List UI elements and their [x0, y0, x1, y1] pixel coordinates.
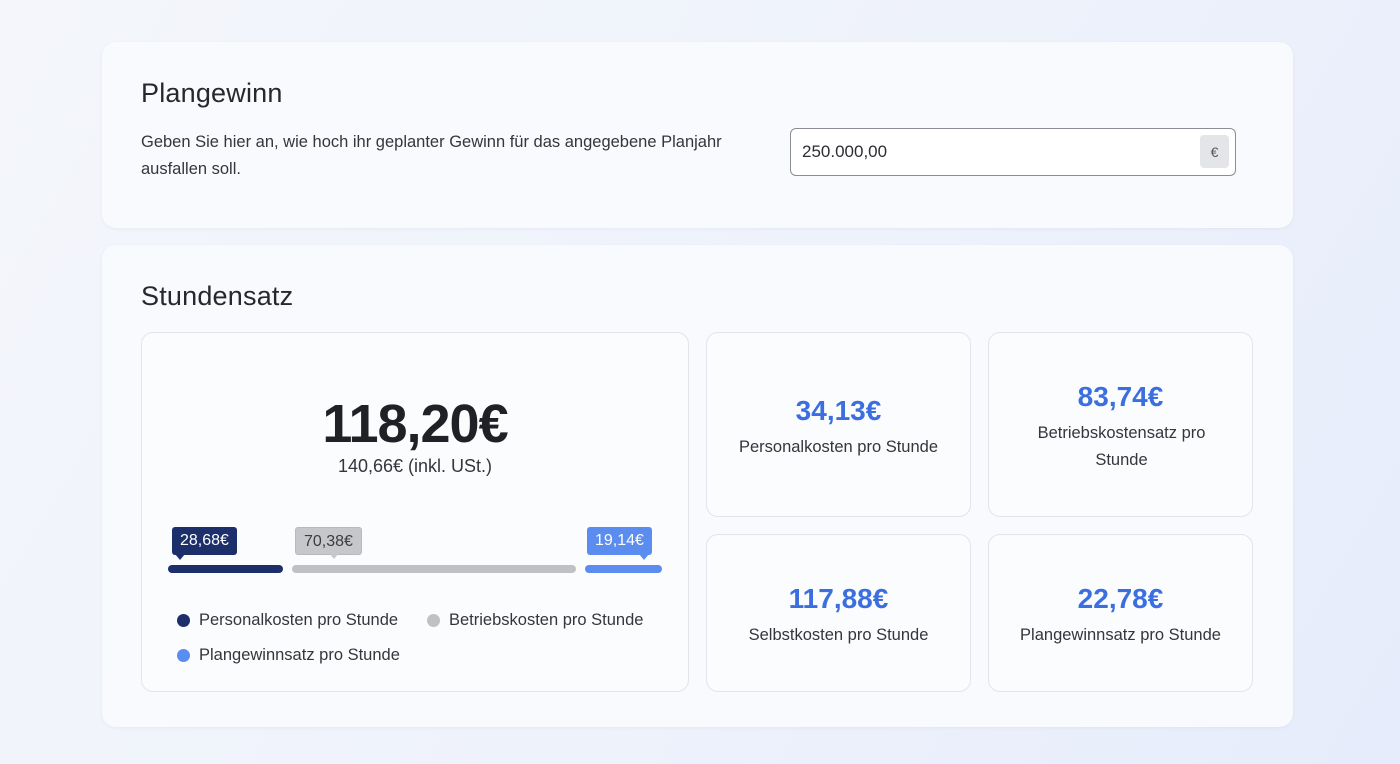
profit-rate-tag: 19,14€: [587, 527, 652, 560]
plangewinn-description: Geben Sie hier an, wie hoch ihr geplante…: [141, 133, 722, 178]
stat-card-personal: 34,13€ Personalkosten pro Stunde: [706, 332, 971, 517]
personal-cost-bar: [168, 565, 284, 573]
stat-label-self-cost: Selbstkosten pro Stunde: [748, 626, 929, 644]
plangewinn-title: Plangewinn: [141, 78, 283, 108]
hourly-rate-summary: 118,20€ 140,66€ (inkl. USt.) 28,68€ 70,3…: [141, 332, 689, 692]
legend-dot-personal: [177, 614, 190, 627]
stat-value-operating: 83,74€: [1077, 381, 1164, 412]
legend-label-profit: Plangewinnsatz pro Stunde: [199, 646, 400, 664]
stat-value-personal: 34,13€: [795, 395, 882, 426]
plangewinn-card: Plangewinn Geben Sie hier an, wie hoch i…: [102, 42, 1293, 228]
legend-dot-profit: [177, 649, 190, 662]
operating-cost-bar: [292, 565, 576, 573]
stat-value-profit-rate: 22,78€: [1077, 583, 1164, 614]
stat-card-self-cost: 117,88€ Selbstkosten pro Stunde: [706, 534, 971, 692]
personal-cost-tag: 28,68€: [172, 527, 237, 560]
stundensatz-title: Stundensatz: [141, 281, 294, 311]
stat-label-profit-rate: Plangewinnsatz pro Stunde: [1020, 626, 1221, 644]
legend-item-profit: Plangewinnsatz pro Stunde: [177, 646, 400, 665]
stat-card-profit-rate: 22,78€ Plangewinnsatz pro Stunde: [988, 534, 1253, 692]
stat-value-self-cost: 117,88€: [788, 583, 889, 614]
legend-dot-operating: [427, 614, 440, 627]
currency-addon: €: [1200, 135, 1229, 168]
stundensatz-card: Stundensatz 118,20€ 140,66€ (inkl. USt.)…: [102, 245, 1293, 727]
legend-label-operating: Betriebskosten pro Stunde: [449, 611, 644, 629]
hourly-rate-total: 118,20€: [322, 394, 508, 454]
legend-label-personal: Personalkosten pro Stunde: [199, 611, 399, 629]
legend-item-operating: Betriebskosten pro Stunde: [427, 611, 643, 630]
profit-rate-bar: [584, 565, 662, 573]
plangewinn-input[interactable]: [802, 129, 1192, 174]
legend-item-personal: Personalkosten pro Stunde: [177, 611, 398, 630]
hourly-rate-gross: 140,66€ (inkl. USt.): [337, 456, 493, 476]
stat-card-operating: 83,74€ Betriebskostensatz pro Stunde: [988, 332, 1253, 517]
operating-cost-tag: 70,38€: [295, 527, 362, 559]
plangewinn-input-group: €: [790, 128, 1236, 176]
stat-label-personal: Personalkosten pro Stunde: [738, 438, 939, 456]
stat-label-operating: Betriebskostensatz pro Stunde: [1037, 424, 1206, 469]
